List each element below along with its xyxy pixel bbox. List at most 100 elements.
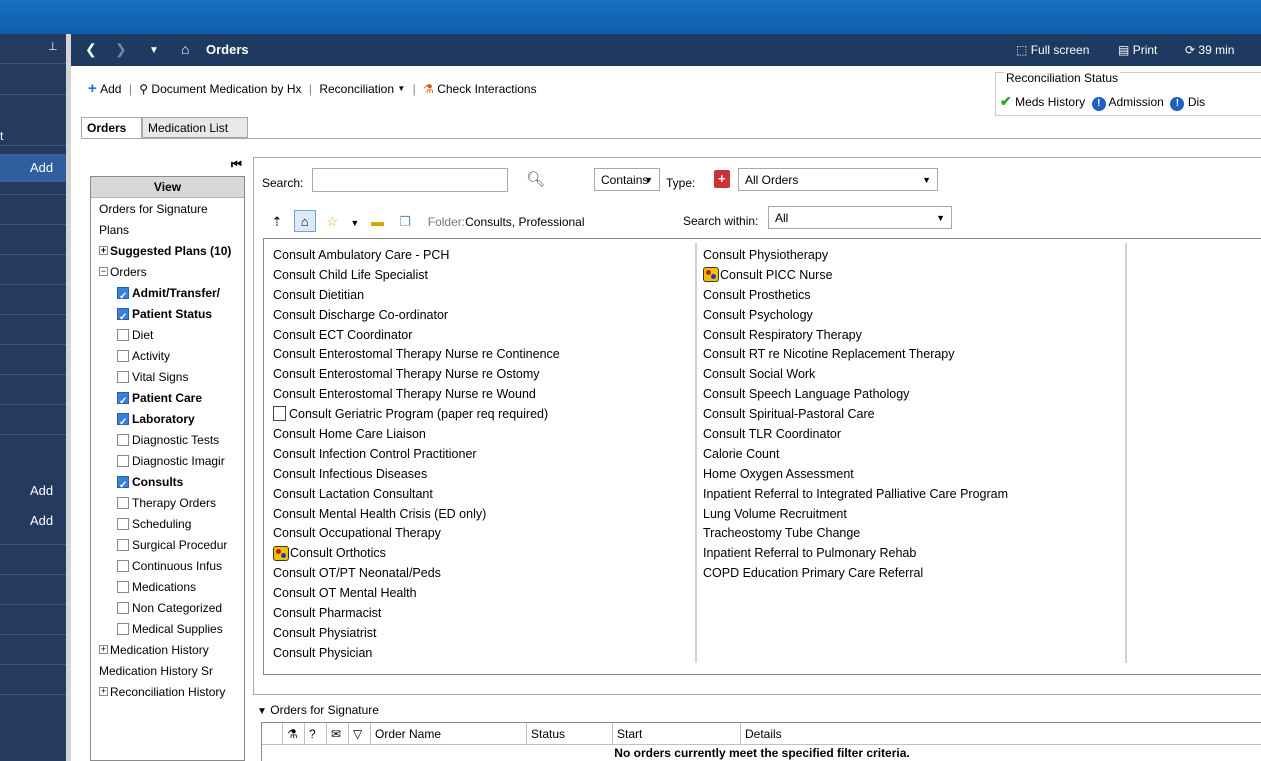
order-list-item[interactable]: Consult ECT Coordinator (273, 325, 560, 345)
document-medication-button[interactable]: ⚲ Document Medication by Hx (139, 81, 301, 96)
order-list-item[interactable]: Calorie Count (703, 444, 1008, 464)
checkbox[interactable] (117, 517, 129, 530)
print-button[interactable]: ▤ Print (1118, 43, 1157, 57)
order-list-item[interactable]: Consult Mental Health Crisis (ED only) (273, 504, 560, 524)
checkbox[interactable] (117, 601, 129, 614)
reconciliation-dropdown[interactable]: Reconciliation ▼ (319, 81, 405, 96)
view-tree-item[interactable]: Surgical Procedur (117, 535, 227, 556)
order-list-item[interactable]: Home Oxygen Assessment (703, 464, 1008, 484)
view-tree-item[interactable]: Continuous Infus (117, 556, 222, 577)
view-tree-item[interactable]: Activity (117, 346, 170, 367)
order-list-item[interactable]: Consult Discharge Co-ordinator (273, 305, 560, 325)
view-tree-item[interactable]: Diet (117, 325, 153, 346)
view-tree-item[interactable]: Therapy Orders (117, 493, 216, 514)
view-tree-item[interactable]: Medication History Sr (99, 661, 213, 682)
order-list-item[interactable]: Consult Lactation Consultant (273, 484, 560, 504)
order-list-item[interactable]: Consult Social Work (703, 364, 1008, 384)
column-status[interactable]: Status (526, 723, 612, 745)
tab-orders[interactable]: Orders (81, 117, 142, 138)
admission-status[interactable]: ! Admission (1091, 95, 1164, 111)
column-order-name[interactable]: Order Name (370, 723, 526, 745)
help-column-icon[interactable]: ? (304, 723, 326, 745)
search-within-select[interactable]: All ▼ (768, 206, 952, 229)
view-tree-item[interactable]: Diagnostic Imagir (117, 451, 225, 472)
forward-icon[interactable]: ❯ (115, 41, 127, 58)
expand-icon[interactable]: + (99, 687, 108, 697)
view-tree-item[interactable]: Orders for Signature (99, 199, 208, 220)
checkbox[interactable] (117, 580, 129, 593)
checkbox[interactable] (117, 622, 129, 635)
order-list-item[interactable]: Inpatient Referral to Pulmonary Rehab (703, 543, 1008, 563)
add-button[interactable]: + Add (88, 80, 121, 97)
order-list-item[interactable]: Lung Volume Recruitment (703, 504, 1008, 524)
checked-checkbox[interactable] (117, 475, 129, 496)
view-tree-item[interactable]: Medications (117, 577, 196, 598)
order-list-item[interactable]: Consult Ambulatory Care - PCH (273, 245, 560, 265)
order-list-item[interactable]: Consult Respiratory Therapy (703, 325, 1008, 345)
view-tree-item[interactable]: Plans (99, 220, 129, 241)
checkbox[interactable] (117, 538, 129, 551)
order-list-item[interactable]: Consult OT Mental Health (273, 583, 560, 603)
order-type-select[interactable]: All Orders ▼ (738, 168, 938, 191)
folder-icon[interactable]: ▬ (367, 211, 389, 233)
pane-splitter[interactable] (66, 34, 71, 761)
copy-icon[interactable]: ❐ (394, 211, 416, 233)
history-dropdown-icon[interactable]: ▼ (149, 45, 159, 56)
tab-medication-list[interactable]: Medication List (142, 117, 248, 138)
order-list-item[interactable]: COPD Education Primary Care Referral (703, 563, 1008, 583)
check-interactions-button[interactable]: ⚗ Check Interactions (423, 81, 537, 96)
order-list-item[interactable]: Consult Enterostomal Therapy Nurse re Wo… (273, 384, 560, 404)
checkbox[interactable] (117, 496, 129, 509)
collapse-panel-icon[interactable]: ⏮ (231, 157, 242, 172)
view-tree-item[interactable]: + Reconciliation History (99, 682, 225, 703)
order-list-item[interactable]: Consult PICC Nurse (703, 265, 1008, 285)
view-tree-item[interactable]: Consults (117, 472, 183, 496)
rail-add-button[interactable]: Add (0, 154, 66, 182)
order-list-item[interactable]: Consult Child Life Specialist (273, 265, 560, 285)
view-tree-item[interactable]: + Suggested Plans (10) (99, 241, 231, 262)
search-icon[interactable]: 🔍︎ (526, 170, 545, 188)
order-list-item[interactable]: Consult Psychology (703, 305, 1008, 325)
search-mode-select[interactable]: Contains ▼ (594, 168, 660, 191)
back-icon[interactable]: ❮ (85, 41, 97, 58)
order-list-item[interactable]: Consult Pharmacist (273, 603, 560, 623)
checked-checkbox[interactable] (117, 307, 129, 328)
view-tree-item[interactable]: + Medication History (99, 640, 209, 661)
order-list-item[interactable]: Consult OT/PT Neonatal/Peds (273, 563, 560, 583)
interactions-column-icon[interactable]: ⚗ (282, 723, 304, 745)
filter-column-icon[interactable]: ▽ (348, 723, 370, 745)
checkbox[interactable] (117, 349, 129, 362)
view-tree-item[interactable]: Vital Signs (117, 367, 188, 388)
order-list-item[interactable]: Consult Enterostomal Therapy Nurse re Os… (273, 364, 560, 384)
orders-for-signature-bar[interactable]: ▼ Orders for Signature (253, 699, 1261, 721)
expand-icon[interactable]: + (99, 645, 108, 655)
order-list-item[interactable]: Consult Enterostomal Therapy Nurse re Co… (273, 344, 560, 364)
favorites-star-icon[interactable]: ☆ (321, 211, 343, 233)
rail-add-button[interactable]: Add (0, 477, 66, 505)
column-start[interactable]: Start (612, 723, 740, 745)
order-list-item[interactable]: Consult Infectious Diseases (273, 464, 560, 484)
home-folder-icon[interactable]: ⌂ (293, 210, 316, 232)
order-list-item[interactable]: Consult Home Care Liaison (273, 424, 560, 444)
expand-icon[interactable]: + (99, 246, 108, 256)
collapse-icon[interactable]: − (99, 267, 108, 277)
order-list-item[interactable]: Consult RT re Nicotine Replacement Thera… (703, 344, 1008, 364)
checkbox[interactable] (117, 559, 129, 572)
checkbox[interactable] (117, 454, 129, 467)
checkbox[interactable] (117, 370, 129, 383)
order-list-item[interactable]: Consult Physician (273, 643, 560, 663)
order-list-item[interactable]: Consult Occupational Therapy (273, 523, 560, 543)
view-tree-item[interactable]: − Orders (99, 262, 147, 283)
home-icon[interactable]: ⌂ (181, 41, 189, 57)
view-tree-item[interactable]: Diagnostic Tests (117, 430, 219, 451)
view-tree-item[interactable]: Laboratory (117, 409, 195, 433)
rail-add-button[interactable]: Add (0, 507, 66, 535)
order-list-item[interactable]: Consult Speech Language Pathology (703, 384, 1008, 404)
checked-checkbox[interactable] (117, 286, 129, 307)
order-list-item[interactable]: Inpatient Referral to Integrated Palliat… (703, 484, 1008, 504)
view-tree-item[interactable]: Admit/Transfer/ (117, 283, 220, 307)
refresh-button[interactable]: ⟳ 39 min (1185, 43, 1234, 57)
discharge-status[interactable]: ! Dis (1170, 95, 1205, 111)
checked-checkbox[interactable] (117, 412, 129, 433)
full-screen-button[interactable]: ⬚ Full screen (1016, 43, 1089, 57)
